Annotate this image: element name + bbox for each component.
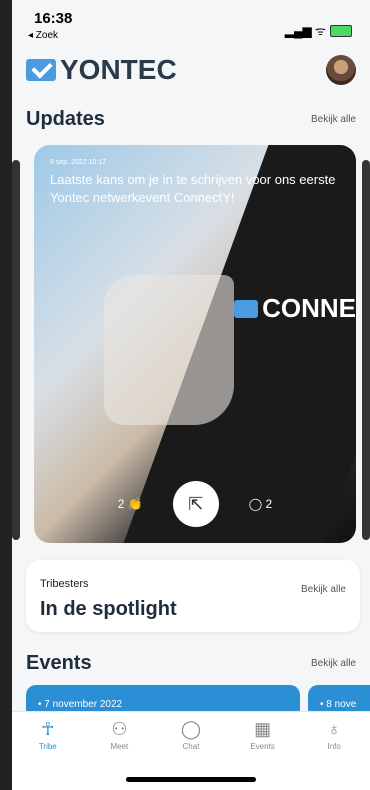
battery-icon (330, 24, 352, 37)
tab-info[interactable]: ♁ Info (304, 718, 364, 790)
app-header: YONTEC (26, 52, 356, 88)
tab-label: Chat (182, 742, 200, 751)
spotlight-subtitle: Tribesters (40, 578, 89, 590)
chat-icon: ◯ (180, 719, 202, 739)
yontec-logo: YONTEC (26, 54, 177, 86)
tab-label: Meet (110, 742, 129, 751)
background-edge (0, 0, 12, 790)
spotlight-card[interactable]: Tribesters In de spotlight Bekijk alle (26, 560, 360, 632)
profile-avatar[interactable] (326, 55, 356, 85)
updates-see-all-link[interactable]: Bekijk alle (311, 114, 356, 125)
tab-tribe[interactable]: ☥ Tribe (18, 718, 78, 790)
share-button[interactable]: ⇱ (172, 481, 219, 527)
like-count: 2 (117, 497, 125, 511)
comment-button[interactable]: ◯ 2 (249, 497, 272, 511)
back-to-search-link[interactable]: ◂ Zoek (28, 30, 58, 41)
people-icon: ⚇ (111, 719, 128, 739)
bulb-icon: ♁ (327, 719, 341, 739)
share-icon: ⇱ (188, 493, 204, 514)
tribe-icon: ☥ (41, 719, 55, 739)
card-actions: 2 👏 ⇱ ◯ 2 (34, 481, 356, 527)
updates-title: Updates (26, 108, 105, 130)
bottom-tab-bar: ☥ Tribe ⚇ Meet ◯ Chat ▦ Events ♁ Info (12, 711, 370, 790)
update-card[interactable]: 9 sep. 2022 10:17 Laatste kans om je in … (34, 145, 356, 543)
comment-count: 2 (265, 497, 273, 511)
event-date: • 8 nove (320, 699, 357, 710)
comment-icon: ◯ (248, 497, 263, 511)
update-title: Laatste kans om je in te schrijven voor … (50, 172, 336, 205)
status-time: 16:38 (34, 10, 73, 27)
app-screen: 16:38 ◂ Zoek ▂▄▆ ᯤ YONTEC Updates Bekijk… (12, 0, 370, 790)
spotlight-see-all-link[interactable]: Bekijk alle (301, 584, 346, 595)
logo-check-icon (26, 59, 56, 81)
update-date: 9 sep. 2022 10:17 (50, 159, 107, 166)
event-date: • 7 november 2022 (38, 699, 123, 710)
next-card-edge[interactable] (362, 160, 370, 540)
spotlight-title: In de spotlight (40, 598, 177, 620)
home-indicator (126, 777, 256, 782)
status-icons: ▂▄▆ ᯤ (285, 22, 352, 39)
logo-text: YONTEC (60, 54, 177, 85)
clap-button[interactable]: 2 👏 (118, 497, 143, 511)
events-title: Events (26, 652, 92, 674)
signal-wifi-icon: ▂▄▆ ᯤ (284, 24, 326, 38)
tab-label: Tribe (38, 742, 57, 751)
calendar-icon: ▦ (254, 719, 272, 739)
brand-check-icon (234, 299, 259, 318)
status-bar: 16:38 ◂ Zoek ▂▄▆ ᯤ (12, 0, 370, 41)
tab-label: Events (250, 742, 275, 751)
puzzle-image (104, 275, 234, 425)
brand-text: CONNE (262, 293, 356, 323)
connecty-brand: CONNE (234, 293, 356, 324)
events-see-all-link[interactable]: Bekijk alle (311, 658, 356, 669)
previous-card-edge[interactable] (12, 160, 20, 540)
tab-label: Info (327, 742, 341, 751)
events-header: Events Bekijk alle (26, 652, 356, 675)
updates-header: Updates Bekijk alle (26, 108, 356, 131)
clap-icon: 👏 (127, 497, 143, 511)
